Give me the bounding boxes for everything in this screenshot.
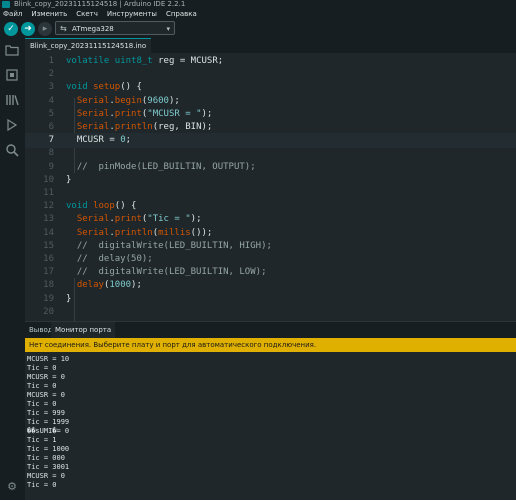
board-selector[interactable]: ⇆ ATmega328 ▾: [55, 21, 175, 35]
menu-sketch[interactable]: Скетч: [76, 10, 98, 18]
tab-sketch-file[interactable]: Blink_copy_20231115124518.ino: [25, 38, 152, 53]
library-icon[interactable]: [5, 93, 19, 107]
code-editor[interactable]: 1 volatile uint8_t reg = MCUSR; 2 3 void set…: [25, 53, 516, 338]
line-number: 20: [43, 306, 54, 317]
monitor-line: MCUSR = 0: [27, 472, 65, 480]
arduino-logo-icon: [2, 1, 10, 8]
monitor-line: Tic = 3001: [27, 463, 70, 471]
folder-icon[interactable]: [5, 43, 19, 57]
chevron-down-icon: ▾: [166, 25, 170, 33]
toolbar: ✓ ➜ ▸ ⇆ ATmega328 ▾: [0, 19, 516, 38]
monitor-line: Tic = 0: [27, 400, 57, 408]
sidebar: [0, 38, 25, 500]
monitor-line: Tic = 1999: [27, 418, 70, 426]
menu-help[interactable]: Справка: [166, 10, 197, 18]
menu-tools[interactable]: Инструменты: [107, 10, 157, 18]
arrow-right-icon: ➜: [24, 24, 32, 34]
board-name: ATmega328: [72, 25, 114, 33]
title-bar: Blink_copy_20231115124518 | Arduino IDE …: [0, 0, 516, 9]
warning-text: Нет соединения. Выберите плату и порт дл…: [29, 341, 317, 349]
code-line[interactable]: 20: [25, 305, 516, 320]
verify-button[interactable]: ✓: [4, 22, 18, 36]
monitor-line: Tic = 0: [27, 364, 57, 372]
check-icon: ✓: [7, 24, 15, 34]
menu-file[interactable]: Файл: [3, 10, 22, 18]
debug-button[interactable]: ▸: [38, 22, 52, 36]
debug-icon: ▸: [42, 24, 48, 34]
tab-serial-monitor[interactable]: Монитор порта: [51, 322, 116, 338]
upload-button[interactable]: ➜: [21, 22, 35, 36]
monitor-line: Tic = 1000: [27, 445, 70, 453]
monitor-line: Tic = 0: [27, 382, 57, 390]
monitor-line: ��sUMI�= 0: [27, 427, 70, 435]
search-icon[interactable]: [5, 143, 19, 157]
boards-icon[interactable]: [5, 68, 19, 82]
settings-icon[interactable]: ⚙: [5, 480, 19, 494]
menu-edit[interactable]: Изменить: [31, 10, 67, 18]
editor-tabs: Blink_copy_20231115124518.ino: [25, 38, 516, 53]
usb-icon: ⇆: [60, 24, 67, 33]
panel-tabs: Вывод Монитор порта: [25, 321, 516, 338]
monitor-line: Tic = 999: [27, 409, 65, 417]
window-title: Blink_copy_20231115124518 | Arduino IDE …: [14, 0, 186, 8]
serial-monitor-output[interactable]: MCUSR = 10 Tic = 0 MCUSR = 0 Tic = 0 MCUSR =…: [25, 352, 516, 500]
monitor-line: Tic = 0: [27, 481, 57, 489]
monitor-line: MCUSR = 10: [27, 355, 70, 363]
monitor-line: Tic = 1: [27, 436, 57, 444]
monitor-line: MCUSR = 0: [27, 373, 65, 381]
connection-warning: Нет соединения. Выберите плату и порт дл…: [25, 338, 516, 352]
debug-icon[interactable]: [5, 118, 19, 132]
monitor-line: Tic = 000: [27, 454, 65, 462]
monitor-line: MCUSR = 0: [27, 391, 65, 399]
menu-bar: Файл Изменить Скетч Инструменты Справка: [0, 9, 516, 19]
